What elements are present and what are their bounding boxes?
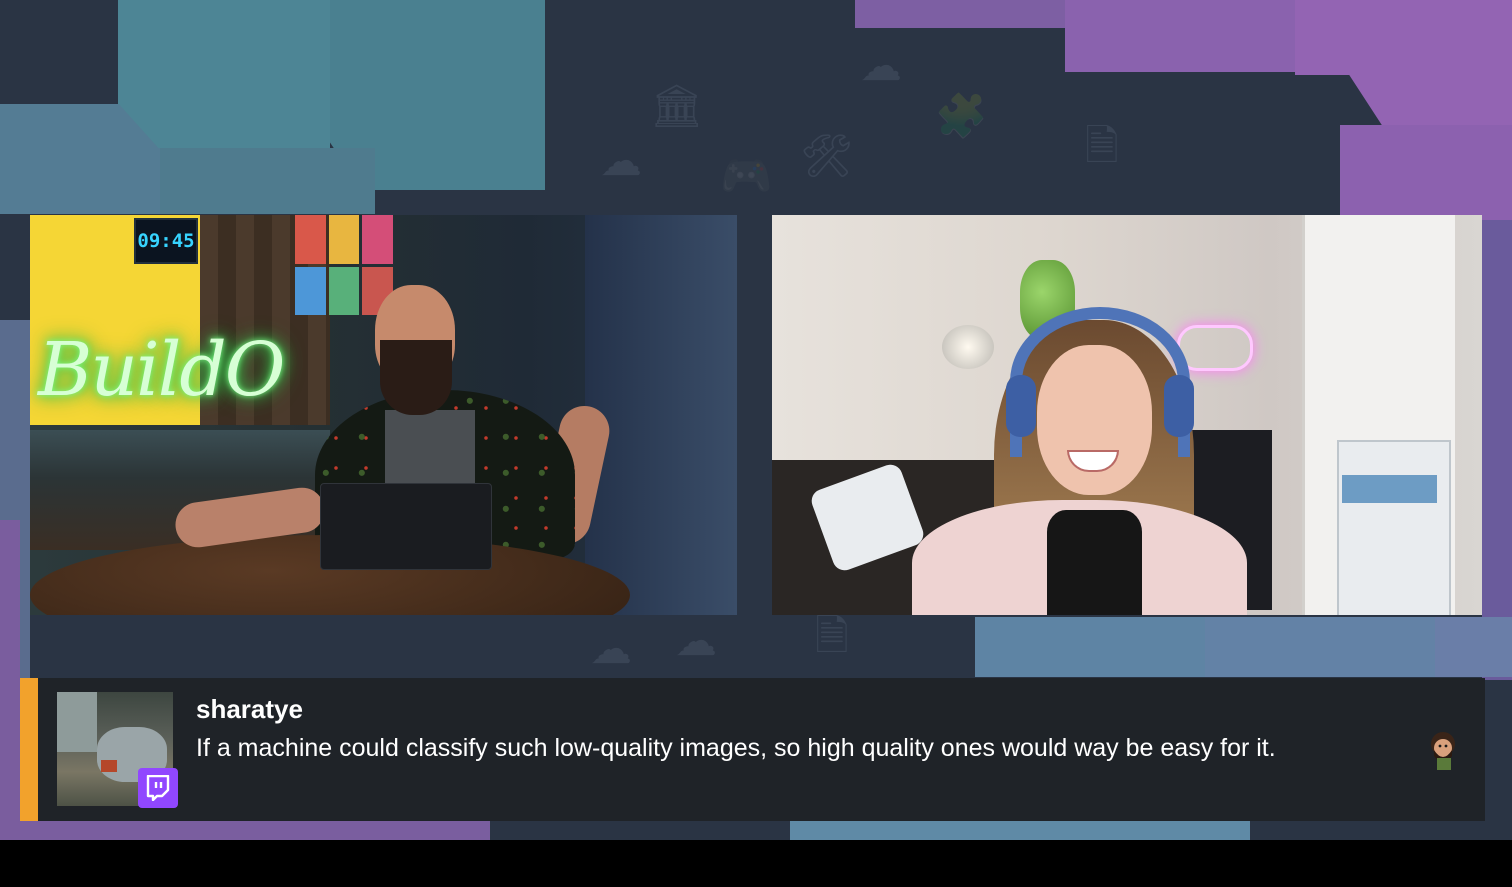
- blue-wall: [585, 215, 737, 615]
- video-feed-guest: [772, 215, 1482, 615]
- bg-panel-blue: [1435, 617, 1512, 677]
- printer: [1337, 440, 1451, 615]
- cloud-icon: ☁: [675, 617, 717, 664]
- portrait-posters: [295, 215, 393, 315]
- chat-message: If a machine could classify such low-qua…: [196, 734, 1276, 762]
- printer-panel: [1342, 475, 1437, 503]
- bg-panel-blue: [1205, 617, 1435, 677]
- headphone-earcup: [1164, 375, 1194, 437]
- bg-panel-purple: [1340, 125, 1512, 220]
- bg-panel-purple: [1482, 220, 1512, 680]
- cloud-icon: ☁: [600, 137, 642, 184]
- neon-sign: BuildO: [38, 327, 285, 413]
- wall-lamp: [942, 325, 994, 369]
- headphones: [1010, 307, 1190, 457]
- bg-panel-blue: [790, 820, 1250, 840]
- guest-shirt: [1047, 510, 1142, 615]
- stream-layout: 🏛 🎮 🛠 ☁ 🧩 ☁ 🗎 ☁ ☁ 🗎 09:45 BuildO sharaty…: [0, 0, 1512, 840]
- video-feed-host: 09:45 BuildO: [30, 215, 737, 615]
- bg-panel-teal: [160, 148, 375, 214]
- chat-username: sharatye: [196, 694, 303, 724]
- building-icon: 🏛: [650, 82, 704, 129]
- wall-clock: 09:45: [134, 218, 198, 264]
- laptop: [320, 483, 492, 570]
- tools-icon: 🛠: [800, 132, 854, 179]
- bearded-face-emote-icon: [1423, 730, 1463, 770]
- document-icon: 🗎: [1085, 122, 1119, 169]
- bg-panel-teal: [118, 0, 330, 148]
- host-beard: [380, 340, 452, 415]
- gamepad-icon: 🎮: [720, 152, 773, 199]
- bg-panel-purple: [20, 820, 490, 840]
- pink-neon-sign: [1177, 325, 1253, 371]
- twitch-icon: [138, 768, 178, 808]
- bg-panel-purple: [855, 0, 1065, 28]
- headphone-earcup: [1006, 375, 1036, 437]
- host-tshirt: [385, 410, 475, 490]
- cloud-icon: ☁: [590, 625, 632, 672]
- bg-panel-purple: [0, 520, 20, 840]
- chat-highlight-banner: sharatye If a machine could classify suc…: [20, 678, 1485, 821]
- document-icon: 🗎: [815, 612, 849, 659]
- bg-panel-purple: [1295, 0, 1512, 125]
- chat-accent-bar: [20, 678, 38, 821]
- letterbox-bar: [0, 840, 1512, 887]
- bg-panel-purple: [1065, 0, 1295, 72]
- puzzle-icon: 🧩: [935, 92, 988, 139]
- bg-panel-blue: [975, 617, 1205, 677]
- cloud-upload-icon: ☁: [860, 42, 902, 89]
